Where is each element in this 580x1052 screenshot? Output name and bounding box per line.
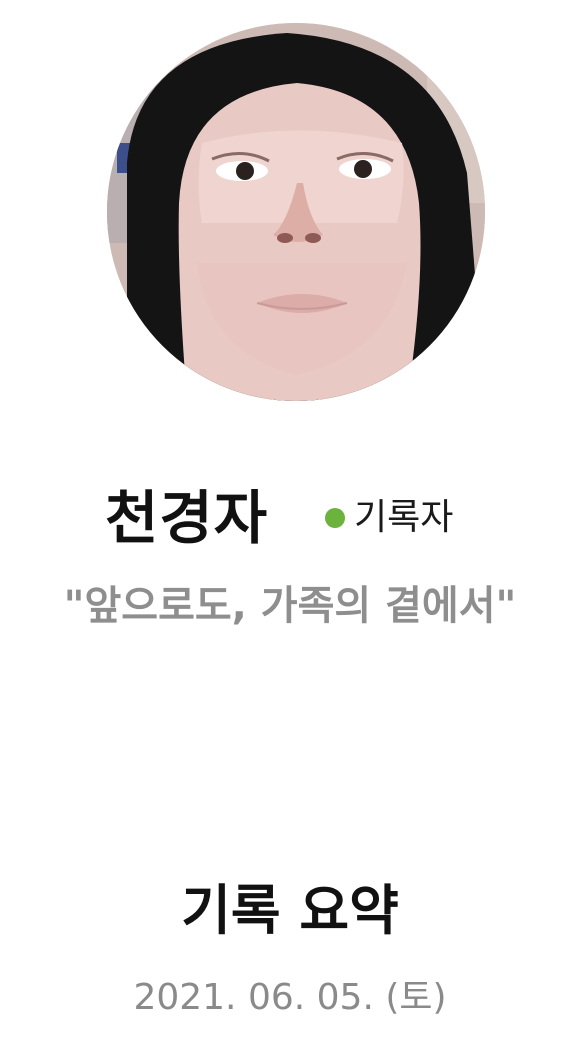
role-badge: 기록자 (325, 496, 453, 540)
summary-date: 2021. 06. 05. (토) (133, 977, 447, 1018)
status-dot-icon (325, 508, 345, 528)
role-label: 기록자 (354, 497, 454, 538)
avatar-photo (107, 23, 485, 401)
profile-name: 천경자 (105, 484, 269, 552)
profile-header: 천경자 기록자 (0, 478, 580, 558)
profile-quote: "앞으로도, 가족의 곁에서" (63, 583, 517, 629)
summary-title: 기록 요약 (181, 879, 399, 942)
profile-avatar (107, 23, 485, 401)
